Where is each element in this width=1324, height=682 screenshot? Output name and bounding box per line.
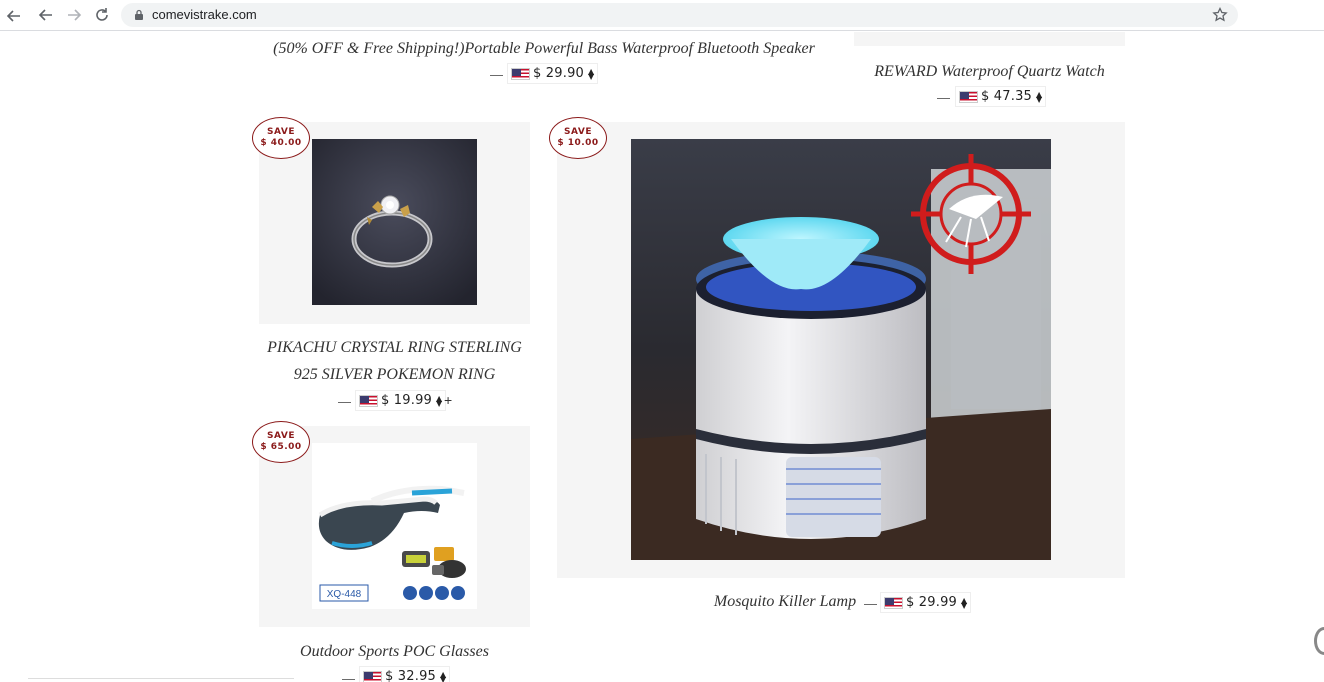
glasses-save-badge: SAVE $ 65.00 xyxy=(252,421,310,463)
watch-card[interactable] xyxy=(854,32,1125,46)
lamp-card[interactable] xyxy=(557,122,1125,578)
save-amount: $ 65.00 xyxy=(260,442,302,452)
sort-arrows-icon: ▲ ▼ xyxy=(440,669,447,682)
chat-widget-icon[interactable] xyxy=(1314,627,1324,655)
sort-arrows-icon: ▲ ▼ xyxy=(1036,89,1043,104)
us-flag-icon xyxy=(363,670,382,682)
lamp-dash: — xyxy=(864,596,877,611)
page-back-icon[interactable] xyxy=(4,6,24,26)
save-amount: $ 40.00 xyxy=(260,138,302,148)
address-bar[interactable]: comevistrake.com xyxy=(121,3,1238,27)
us-flag-icon xyxy=(359,394,378,407)
lock-icon xyxy=(135,9,143,20)
lamp-save-badge: SAVE $ 10.00 xyxy=(549,117,607,159)
speaker-title[interactable]: (50% OFF & Free Shipping!)Portable Power… xyxy=(266,40,822,58)
watch-dash: — xyxy=(937,90,950,105)
save-label: SAVE xyxy=(267,127,295,137)
reload-button[interactable] xyxy=(92,5,112,25)
ring-price-selector[interactable]: $ 19.99 ▲ ▼ xyxy=(355,390,447,411)
bottom-divider xyxy=(28,678,294,679)
ring-product-image[interactable] xyxy=(312,139,477,305)
ring-title-line1[interactable]: PIKACHU CRYSTAL RING STERLING xyxy=(259,339,530,357)
lamp-title[interactable]: Mosquito Killer Lamp xyxy=(708,593,862,611)
sort-arrows-icon: ▲ ▼ xyxy=(961,595,968,610)
speaker-dash: — xyxy=(490,67,503,82)
us-flag-icon xyxy=(511,67,530,80)
back-button[interactable] xyxy=(36,5,56,25)
ring-title-line2[interactable]: 925 SILVER POKEMON RING xyxy=(259,366,530,384)
glasses-dash: — xyxy=(342,671,355,682)
save-label: SAVE xyxy=(564,127,592,137)
sort-arrows-icon: ▲ ▼ xyxy=(436,393,443,408)
glasses-title[interactable]: Outdoor Sports POC Glasses xyxy=(259,643,530,661)
lamp-product-image[interactable] xyxy=(631,139,1051,560)
watch-price: $ 47.35 xyxy=(981,89,1033,104)
ring-plus: + xyxy=(444,392,453,408)
speaker-price: $ 29.90 xyxy=(533,66,585,81)
bookmark-star-icon[interactable] xyxy=(1212,7,1228,23)
glasses-model-label: XQ-448 xyxy=(327,589,362,600)
speaker-price-selector[interactable]: $ 29.90 ▲ ▼ xyxy=(507,63,599,84)
sort-arrows-icon: ▲ ▼ xyxy=(588,66,595,81)
watch-price-selector[interactable]: $ 47.35 ▲ ▼ xyxy=(955,86,1047,107)
glasses-product-image[interactable]: XQ-448 xyxy=(312,443,477,609)
us-flag-icon xyxy=(884,596,903,609)
url-text: comevistrake.com xyxy=(152,7,257,22)
ring-dash: — xyxy=(338,394,351,409)
save-amount: $ 10.00 xyxy=(557,138,599,148)
glasses-price-selector[interactable]: $ 32.95 ▲ ▼ xyxy=(359,666,451,682)
us-flag-icon xyxy=(959,90,978,103)
browser-toolbar: comevistrake.com xyxy=(0,0,1324,31)
lamp-price-selector[interactable]: $ 29.99 ▲ ▼ xyxy=(880,592,972,613)
lamp-price: $ 29.99 xyxy=(906,595,958,610)
glasses-price: $ 32.95 xyxy=(385,669,437,682)
ring-save-badge: SAVE $ 40.00 xyxy=(252,117,310,159)
save-label: SAVE xyxy=(267,431,295,441)
watch-title[interactable]: REWARD Waterproof Quartz Watch xyxy=(868,63,1111,81)
forward-button[interactable] xyxy=(64,5,84,25)
ring-price: $ 19.99 xyxy=(381,393,433,408)
